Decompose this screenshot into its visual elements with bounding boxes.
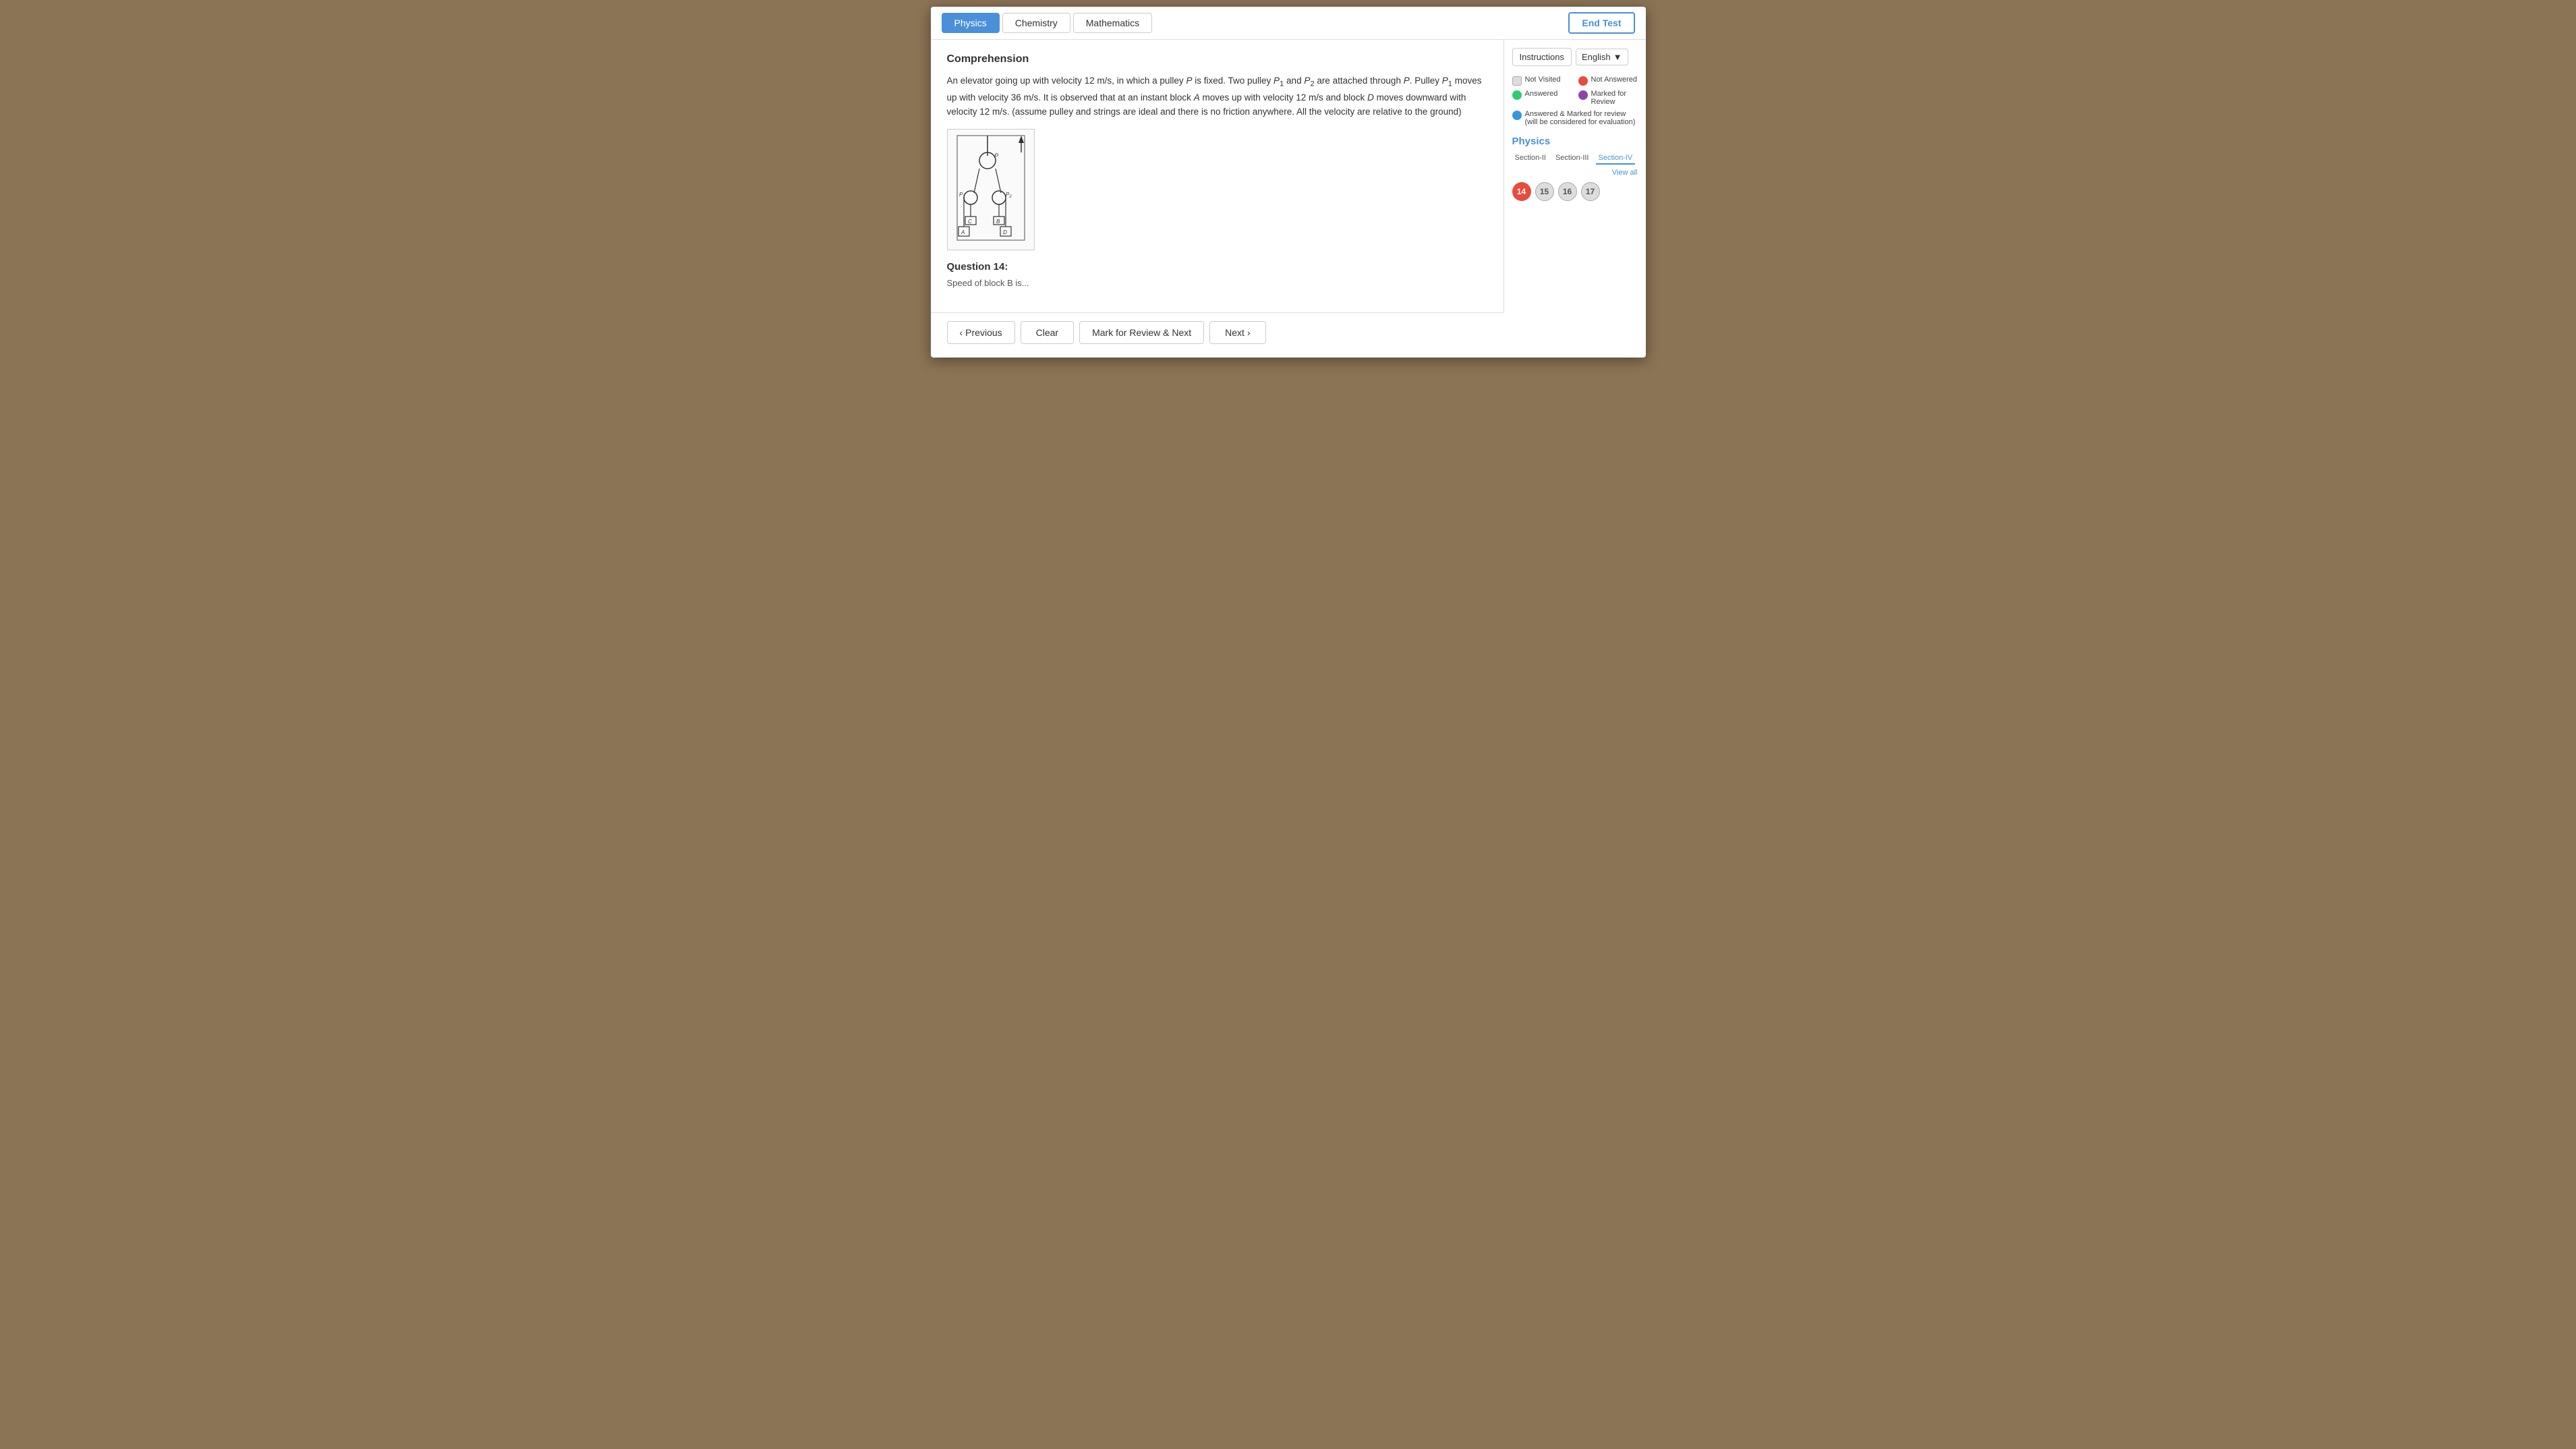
diagram-box: P P1 P2 C bbox=[947, 129, 1035, 250]
chevron-right-icon: › bbox=[1247, 327, 1251, 338]
answered-marked-icon bbox=[1512, 111, 1522, 120]
svg-text:C: C bbox=[968, 219, 972, 225]
end-test-button[interactable]: End Test bbox=[1568, 12, 1634, 34]
language-selector[interactable]: English ▼ bbox=[1576, 49, 1628, 65]
question-number-14[interactable]: 14 bbox=[1512, 182, 1531, 201]
comprehension-label: Comprehension bbox=[947, 53, 1487, 65]
not-visited-icon bbox=[1512, 76, 1522, 86]
svg-text:P: P bbox=[994, 152, 998, 159]
mark-review-button[interactable]: Mark for Review & Next bbox=[1079, 321, 1204, 344]
language-label: English bbox=[1582, 52, 1611, 62]
browser-window: Physics Chemistry Mathematics End Test C… bbox=[931, 7, 1646, 358]
answered-label: Answered bbox=[1525, 90, 1558, 98]
question-content: Comprehension An elevator going up with … bbox=[931, 40, 1504, 312]
question-number-17[interactable]: 17 bbox=[1581, 182, 1600, 201]
question-label: Question 14: bbox=[947, 261, 1487, 273]
section-tab-ii[interactable]: Section-II bbox=[1512, 152, 1549, 165]
question-subtext: Speed of block B is... bbox=[947, 278, 1487, 288]
right-sidebar: Instructions English ▼ Not Visited Not A… bbox=[1504, 40, 1646, 352]
view-all-link[interactable]: View all bbox=[1612, 169, 1638, 177]
svg-text:A: A bbox=[961, 229, 965, 235]
tab-chemistry[interactable]: Chemistry bbox=[1002, 13, 1070, 33]
next-label: Next bbox=[1225, 327, 1244, 338]
legend-answered-marked: Answered & Marked for review (will be co… bbox=[1512, 110, 1638, 126]
bottom-bar: ‹ Previous Clear Mark for Review & Next … bbox=[931, 312, 1504, 352]
next-button[interactable]: Next › bbox=[1209, 321, 1265, 344]
marked-icon bbox=[1578, 90, 1588, 100]
legend-not-answered: Not Answered bbox=[1578, 76, 1638, 86]
answered-icon bbox=[1512, 90, 1522, 100]
not-answered-label: Not Answered bbox=[1591, 76, 1637, 84]
tab-mathematics[interactable]: Mathematics bbox=[1073, 13, 1152, 33]
section-tab-iii[interactable]: Section-III bbox=[1553, 152, 1592, 165]
answered-marked-label: Answered & Marked for review (will be co… bbox=[1525, 110, 1638, 126]
legend-marked: Marked for Review bbox=[1578, 90, 1638, 106]
previous-button[interactable]: ‹ Previous bbox=[947, 321, 1015, 344]
question-number-16[interactable]: 16 bbox=[1558, 182, 1577, 201]
tab-group: Physics Chemistry Mathematics bbox=[942, 13, 1153, 33]
svg-text:D: D bbox=[1003, 229, 1007, 235]
tab-physics[interactable]: Physics bbox=[942, 13, 1000, 33]
question-numbers: 14 15 16 17 bbox=[1512, 182, 1638, 201]
clear-button[interactable]: Clear bbox=[1021, 321, 1074, 344]
marked-label: Marked for Review bbox=[1591, 90, 1638, 106]
main-layout: Comprehension An elevator going up with … bbox=[931, 40, 1646, 352]
question-panel: Comprehension An elevator going up with … bbox=[931, 40, 1504, 352]
top-nav: Physics Chemistry Mathematics End Test bbox=[931, 7, 1646, 40]
chevron-left-icon: ‹ bbox=[960, 327, 963, 338]
legend-not-visited: Not Visited bbox=[1512, 76, 1572, 86]
comprehension-text: An elevator going up with velocity 12 m/… bbox=[947, 74, 1487, 119]
question-number-15[interactable]: 15 bbox=[1535, 182, 1554, 201]
legend-answered: Answered bbox=[1512, 90, 1572, 106]
chevron-down-icon: ▼ bbox=[1613, 52, 1622, 62]
instructions-button[interactable]: Instructions bbox=[1512, 48, 1572, 66]
pulley-diagram: P P1 P2 C bbox=[950, 132, 1031, 247]
legend-section: Not Visited Not Answered Answered Marked… bbox=[1512, 76, 1638, 126]
not-answered-icon bbox=[1578, 76, 1588, 86]
sidebar-top: Instructions English ▼ bbox=[1512, 48, 1638, 66]
physics-section-label: Physics bbox=[1512, 136, 1638, 147]
not-visited-label: Not Visited bbox=[1525, 76, 1561, 84]
svg-text:B: B bbox=[996, 219, 1000, 225]
section-tab-iv[interactable]: Section-IV bbox=[1596, 152, 1636, 165]
svg-text:P2: P2 bbox=[1006, 192, 1012, 199]
section-tabs: Section-II Section-III Section-IV View a… bbox=[1512, 152, 1638, 177]
previous-label: Previous bbox=[965, 327, 1002, 338]
